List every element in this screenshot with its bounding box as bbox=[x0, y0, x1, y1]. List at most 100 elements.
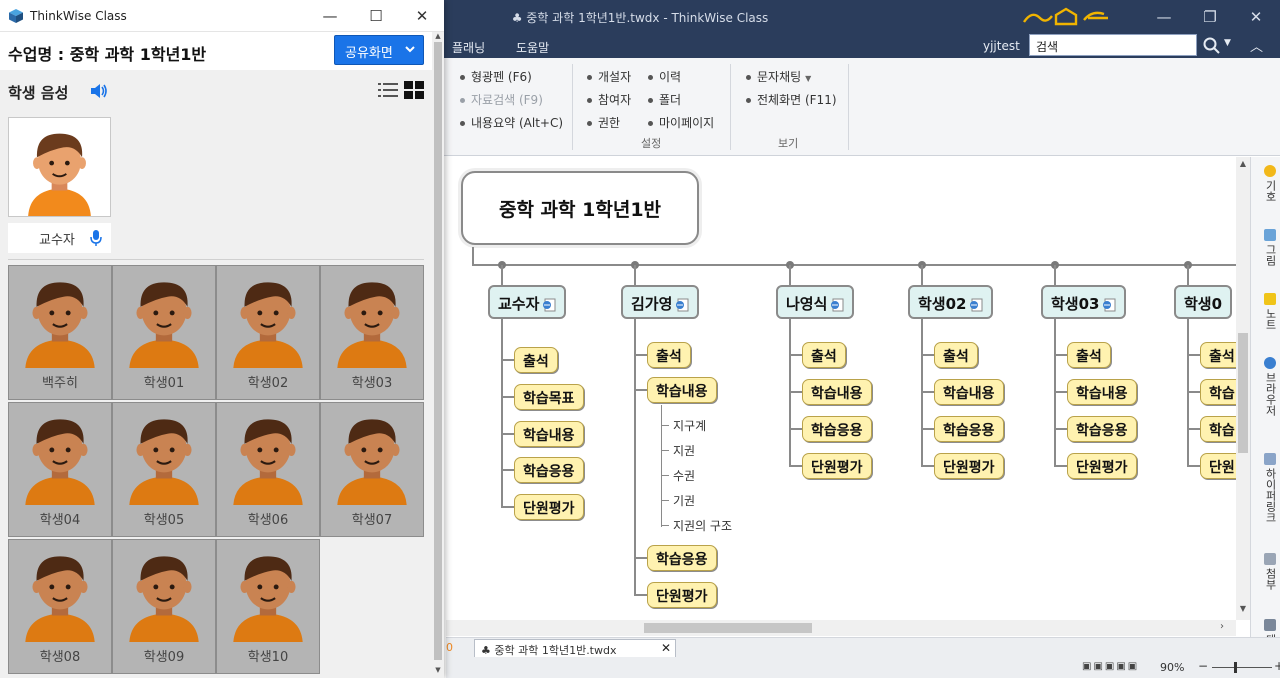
horizontal-scroll-thumb[interactable] bbox=[644, 623, 812, 633]
mindmap-detail-node[interactable]: 지권 bbox=[673, 442, 695, 459]
side-tab-notes[interactable]: 노트 bbox=[1254, 293, 1278, 330]
search-input[interactable]: 검색 bbox=[1029, 34, 1197, 56]
view-mode-icons[interactable]: ▣▣▣▣▣ bbox=[1082, 661, 1139, 672]
mindmap-topic-node[interactable]: 김가영 bbox=[621, 285, 700, 319]
scroll-up-icon: ▲ bbox=[435, 32, 441, 40]
student-video-tile[interactable]: 학생02 bbox=[216, 265, 320, 400]
mindmap-subtopic-node[interactable]: 학습내용 bbox=[647, 377, 717, 403]
mindmap-subtopic-node[interactable]: 학습응용 bbox=[514, 457, 584, 483]
zoom-slider[interactable] bbox=[1212, 667, 1272, 668]
close-button[interactable]: ✕ bbox=[1244, 6, 1268, 28]
mindmap-detail-node[interactable]: 수권 bbox=[673, 467, 695, 484]
ribbon-resource-search[interactable]: 자료검색 (F9) bbox=[460, 91, 543, 108]
mindmap-subtopic-node[interactable]: 출석 bbox=[1200, 342, 1236, 368]
mindmap-topic-node[interactable]: 교수자 bbox=[488, 285, 567, 319]
mindmap-subtopic-node[interactable]: 학습내용 bbox=[514, 421, 584, 447]
mindmap-subtopic-node[interactable]: 학습내용 bbox=[934, 379, 1004, 405]
mindmap-detail-node[interactable]: 지권의 구조 bbox=[673, 517, 732, 534]
document-tab[interactable]: ♣ 중학 과학 1학년1반.twdx ✕ bbox=[474, 639, 676, 657]
mindmap-topic-node[interactable]: 학생03 bbox=[1041, 285, 1127, 319]
student-video-tile[interactable]: 학생08 bbox=[8, 539, 112, 674]
mindmap-subtopic-node[interactable]: 학습 bbox=[1200, 379, 1236, 405]
vertical-scrollbar[interactable]: ▲ ▼ bbox=[1236, 157, 1250, 620]
mindmap-subtopic-node[interactable]: 단원 bbox=[1200, 453, 1236, 479]
mindmap-canvas[interactable]: 중학 과학 1학년1반 교수자 출석 학습목표 학습내용 학습응용 단원평가 김가영 출석… bbox=[446, 157, 1236, 637]
close-tab-icon[interactable]: ✕ bbox=[661, 641, 671, 655]
tab-scroll-icon[interactable]: 0 bbox=[446, 641, 453, 654]
mindmap-subtopic-node[interactable]: 출석 bbox=[1067, 342, 1111, 368]
class-close-button[interactable]: ✕ bbox=[410, 4, 434, 28]
mindmap-subtopic-node[interactable]: 학습목표 bbox=[514, 384, 584, 410]
ribbon-participants[interactable]: 참여자 bbox=[587, 91, 631, 108]
student-video-tile[interactable]: 학생03 bbox=[320, 265, 424, 400]
side-tab-attachment[interactable]: 첨부 bbox=[1254, 553, 1278, 590]
mindmap-detail-node[interactable]: 기권 bbox=[673, 492, 695, 509]
teacher-video-tile[interactable] bbox=[8, 117, 111, 217]
ribbon-mypage[interactable]: 마이페이지 bbox=[648, 114, 714, 131]
mindmap-subtopic-node[interactable]: 출석 bbox=[647, 342, 691, 368]
speaker-icon[interactable] bbox=[90, 83, 108, 99]
mindmap-subtopic-node[interactable]: 학습응용 bbox=[647, 545, 717, 571]
ribbon-summary[interactable]: 내용요약 (Alt+C) bbox=[460, 114, 563, 131]
menu-help[interactable]: 도움말 bbox=[516, 39, 549, 56]
mindmap-subtopic-node[interactable]: 출석 bbox=[934, 342, 978, 368]
mindmap-root-node[interactable]: 중학 과학 1학년1반 bbox=[461, 171, 699, 245]
app-cube-icon bbox=[9, 9, 23, 23]
student-video-tile[interactable]: 학생05 bbox=[112, 402, 216, 537]
ribbon-owner[interactable]: 개설자 bbox=[587, 68, 631, 85]
list-view-icon[interactable] bbox=[378, 82, 398, 98]
mindmap-subtopic-node[interactable]: 출석 bbox=[514, 347, 558, 373]
mindmap-subtopic-node[interactable]: 학습응용 bbox=[934, 416, 1004, 442]
mindmap-detail-node[interactable]: 지구계 bbox=[673, 417, 706, 434]
grid-view-icon[interactable] bbox=[404, 81, 424, 99]
class-maximize-button[interactable]: ☐ bbox=[364, 4, 388, 28]
mindmap-subtopic-node[interactable]: 학습응용 bbox=[802, 416, 872, 442]
ribbon-highlighter[interactable]: 형광펜 (F6) bbox=[460, 68, 532, 85]
ribbon-chat[interactable]: 문자채팅 ▼ bbox=[746, 68, 811, 85]
mindmap-subtopic-node[interactable]: 단원평가 bbox=[1067, 453, 1137, 479]
vertical-scroll-thumb[interactable] bbox=[1238, 333, 1248, 453]
mindmap-subtopic-node[interactable]: 출석 bbox=[802, 342, 846, 368]
student-video-tile[interactable]: 학생10 bbox=[216, 539, 320, 674]
menu-planning[interactable]: 플래닝 bbox=[452, 39, 485, 56]
mindmap-subtopic-node[interactable]: 단원평가 bbox=[514, 494, 584, 520]
mindmap-subtopic-node[interactable]: 학습내용 bbox=[802, 379, 872, 405]
ribbon-history[interactable]: 이력 bbox=[648, 68, 681, 85]
ribbon-fullscreen[interactable]: 전체화면 (F11) bbox=[746, 91, 837, 108]
mindmap-topic-node[interactable]: 나영식 bbox=[776, 285, 855, 319]
side-tab-symbols[interactable]: 기호 bbox=[1254, 165, 1278, 202]
mindmap-subtopic-node[interactable]: 단원평가 bbox=[802, 453, 872, 479]
student-video-tile[interactable]: 학생04 bbox=[8, 402, 112, 537]
mindmap-subtopic-node[interactable]: 학습응용 bbox=[1067, 416, 1137, 442]
zoom-in-icon[interactable]: + bbox=[1274, 659, 1280, 673]
share-screen-button[interactable]: 공유화면 bbox=[334, 35, 424, 65]
mindmap-subtopic-node[interactable]: 단원평가 bbox=[934, 453, 1004, 479]
student-video-tile[interactable]: 학생01 bbox=[112, 265, 216, 400]
restore-button[interactable]: ❐ bbox=[1198, 6, 1222, 28]
student-video-tile[interactable]: 학생06 bbox=[216, 402, 320, 537]
search-dropdown-icon[interactable]: ▼ bbox=[1224, 38, 1231, 48]
mindmap-subtopic-node[interactable]: 학습내용 bbox=[1067, 379, 1137, 405]
class-scroll-thumb[interactable] bbox=[434, 42, 442, 660]
student-video-tile[interactable]: 백주히 bbox=[8, 265, 112, 400]
student-video-tile[interactable]: 학생09 bbox=[112, 539, 216, 674]
ribbon-permissions[interactable]: 권한 bbox=[587, 114, 620, 131]
class-window-scrollbar[interactable]: ▲ ▼ bbox=[432, 32, 444, 678]
mindmap-subtopic-node[interactable]: 단원평가 bbox=[647, 582, 717, 608]
microphone-icon[interactable] bbox=[90, 230, 102, 246]
side-tab-browser[interactable]: 브라우저 bbox=[1254, 357, 1278, 416]
search-icon[interactable] bbox=[1202, 36, 1222, 56]
zoom-slider-knob[interactable] bbox=[1234, 662, 1237, 673]
mindmap-subtopic-node[interactable]: 학습 bbox=[1200, 416, 1236, 442]
student-video-tile[interactable]: 학생07 bbox=[320, 402, 424, 537]
class-minimize-button[interactable]: — bbox=[318, 4, 342, 28]
ribbon-collapse-icon[interactable]: ︿ bbox=[1250, 36, 1268, 55]
mindmap-topic-node[interactable]: 학생0 bbox=[1174, 285, 1233, 319]
ribbon-folder[interactable]: 폴더 bbox=[648, 91, 681, 108]
side-tab-images[interactable]: 그림 bbox=[1254, 229, 1278, 266]
horizontal-scrollbar[interactable]: › bbox=[446, 620, 1236, 636]
side-tab-hyperlink[interactable]: 하이퍼링크 bbox=[1254, 453, 1278, 523]
mindmap-topic-node[interactable]: 학생02 bbox=[908, 285, 994, 319]
minimize-button[interactable]: — bbox=[1152, 6, 1176, 28]
zoom-out-icon[interactable]: − bbox=[1198, 659, 1208, 673]
